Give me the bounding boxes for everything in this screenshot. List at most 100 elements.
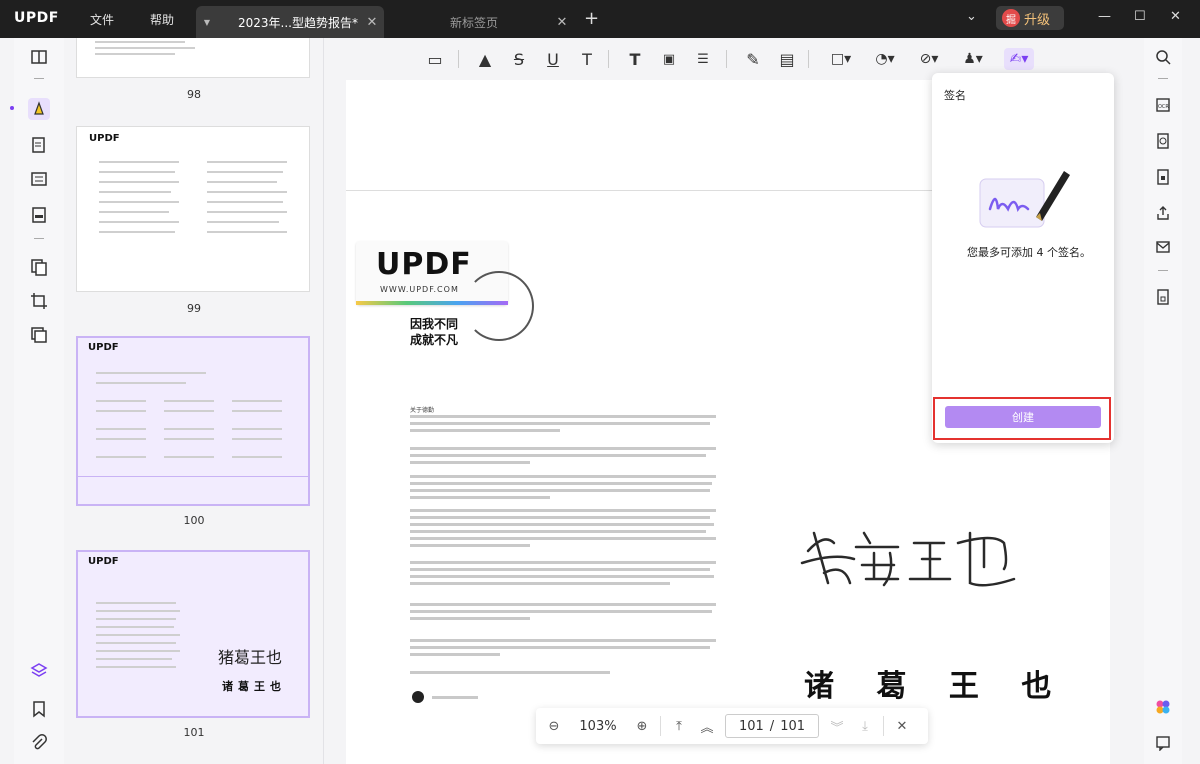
body-paragraph [410, 561, 716, 589]
sticker-icon[interactable]: ⊘▾ [918, 48, 940, 70]
signature-limit-hint: 您最多可添加 4 个签名。 [967, 246, 1091, 259]
strikethrough-icon[interactable]: S [508, 48, 530, 70]
bookmark-icon[interactable] [28, 698, 50, 720]
ocr-icon[interactable]: OCR [1152, 94, 1174, 116]
vertical-scrollbar[interactable] [1186, 38, 1200, 764]
thumbnail-page[interactable]: UPDF 猪葛王也 诸葛王也 [76, 550, 310, 718]
signature-panel-title: 签名 [944, 89, 966, 102]
left-tool-rail [14, 38, 64, 764]
about-heading: 关于德勤 [410, 407, 435, 414]
zoom-in-button[interactable]: ⊕ [628, 719, 656, 734]
attachment-icon[interactable] [28, 732, 50, 754]
close-nav-button[interactable]: ✕ [888, 719, 916, 734]
squiggly-icon[interactable]: T [576, 48, 598, 70]
page-separator: / [769, 718, 775, 734]
thumbnail-page[interactable]: UPDF [76, 126, 310, 292]
previous-page-button[interactable]: ︽ [693, 717, 721, 736]
next-page-button[interactable]: ︾ [823, 717, 851, 736]
menu-file[interactable]: 文件 [90, 11, 114, 28]
first-page-button[interactable]: ⤒ [665, 719, 693, 734]
stamp-icon[interactable]: ♟▾ [962, 48, 984, 70]
share-icon[interactable] [1152, 202, 1174, 224]
annotation-toolbar: ▭ ▲ S U T T ▣ ☰ ✎ ▤ □▾ ◔▾ ⊘▾ ♟▾ ✍▾ [324, 38, 1144, 78]
tagline-circle [464, 271, 534, 341]
body-paragraph [410, 639, 716, 660]
text-callout-icon[interactable]: ☰ [692, 48, 714, 70]
body-paragraph [410, 671, 716, 678]
pencil-icon[interactable]: ✎ [742, 48, 764, 70]
zoom-out-button[interactable]: ⊖ [540, 719, 568, 734]
signature-panel: 签名 您最多可添加 4 个签名。 [932, 73, 1114, 443]
close-tab-icon[interactable]: ✕ [360, 15, 384, 30]
thumbnail-page-number: 99 [187, 302, 201, 315]
thumbnail-page[interactable] [76, 38, 310, 78]
app-logo: UPDF [14, 10, 59, 26]
tab-new[interactable]: 新标签页 ✕ [386, 6, 574, 38]
redact-icon[interactable] [28, 204, 50, 226]
layers-icon[interactable] [28, 660, 50, 682]
form-icon[interactable] [28, 168, 50, 190]
tab-document[interactable]: ▼ 2023年...型趋势报告* ✕ [196, 6, 384, 38]
search-icon[interactable] [1152, 46, 1174, 68]
save-icon[interactable] [1152, 286, 1174, 308]
highlight-box [933, 397, 1111, 440]
signature-icon[interactable]: ✍▾ [1004, 48, 1034, 70]
tab-dropdown-icon[interactable]: ▼ [196, 18, 218, 27]
highlight-icon[interactable]: ▲ [474, 48, 496, 70]
body-paragraph [410, 475, 716, 503]
page-input[interactable]: 101 / 101 [725, 714, 819, 738]
thumbnail-page-number: 98 [187, 88, 201, 101]
tagline-line-1: 因我不同 [410, 317, 459, 331]
shape-icon[interactable]: □▾ [830, 48, 852, 70]
social-icon [412, 691, 424, 703]
protect-icon[interactable] [1152, 166, 1174, 188]
underline-icon[interactable]: U [542, 48, 564, 70]
text-icon[interactable]: T [624, 48, 646, 70]
layers-copy-icon[interactable] [28, 324, 50, 346]
textbox-icon[interactable]: ▣ [658, 48, 680, 70]
upgrade-badge-icon: 掘 [1002, 9, 1020, 27]
tagline-line-2: 成就不凡 [410, 333, 459, 347]
svg-text:OCR: OCR [1158, 104, 1169, 110]
total-pages: 101 [780, 718, 806, 734]
active-indicator [10, 106, 14, 110]
upgrade-label: 升级 [1024, 12, 1051, 28]
brand-url: WWW.UPDF.COM [380, 285, 459, 294]
comments-icon[interactable] [1152, 732, 1174, 754]
pencil-shape-icon[interactable]: ◔▾ [874, 48, 896, 70]
ai-assistant-icon[interactable] [1152, 696, 1174, 718]
title-bar: UPDF 文件 帮助 ▼ 2023年...型趋势报告* ✕ 新标签页 ✕ + ⌄… [0, 0, 1200, 38]
body-paragraph [410, 509, 716, 551]
thumbnail-panel[interactable]: 98 UPDF 99 UPDF 100 UPDF 猪葛王也 诸葛王也 101 [64, 38, 324, 764]
menu-help[interactable]: 帮助 [150, 11, 174, 28]
organize-pages-icon[interactable] [28, 256, 50, 278]
thumbnail-page-number: 100 [183, 514, 205, 527]
note-icon[interactable]: ▭ [424, 48, 446, 70]
workspace: 98 UPDF 99 UPDF 100 UPDF 猪葛王也 诸葛王也 101 ▭… [0, 38, 1200, 764]
printed-signature: 诸 葛 王 也 [804, 669, 1068, 704]
convert-icon[interactable] [1152, 130, 1174, 152]
edit-pdf-icon[interactable] [28, 134, 50, 156]
zoom-level[interactable]: 103% [568, 719, 628, 734]
tab-document-label: 2023年...型趋势报告* [238, 15, 358, 30]
last-page-button[interactable]: ⤓ [851, 719, 879, 734]
email-icon[interactable] [1152, 236, 1174, 258]
thumbnail-page-number: 101 [183, 726, 205, 739]
body-paragraph [410, 603, 716, 624]
eraser-icon[interactable]: ▤ [776, 48, 798, 70]
maximize-button[interactable]: ☐ [1134, 9, 1146, 24]
comment-tool-icon[interactable] [28, 98, 50, 120]
thumbnail-page[interactable]: UPDF [76, 336, 310, 506]
handwritten-signature [800, 531, 1016, 587]
chevron-down-icon[interactable]: ⌄ [966, 9, 977, 24]
minimize-button[interactable]: — [1098, 9, 1111, 24]
crop-icon[interactable] [28, 290, 50, 312]
reader-icon[interactable] [28, 46, 50, 68]
new-tab-button[interactable]: + [584, 8, 599, 29]
page-navigation-bar: ⊖ 103% ⊕ ⤒ ︽ 101 / 101 ︾ ⤓ ✕ [536, 708, 928, 744]
close-window-button[interactable]: ✕ [1170, 9, 1181, 24]
current-page: 101 [738, 718, 764, 734]
upgrade-button[interactable]: 掘 升级 [996, 6, 1064, 30]
right-tool-rail: OCR [1144, 38, 1182, 764]
close-tab-icon[interactable]: ✕ [550, 15, 574, 30]
